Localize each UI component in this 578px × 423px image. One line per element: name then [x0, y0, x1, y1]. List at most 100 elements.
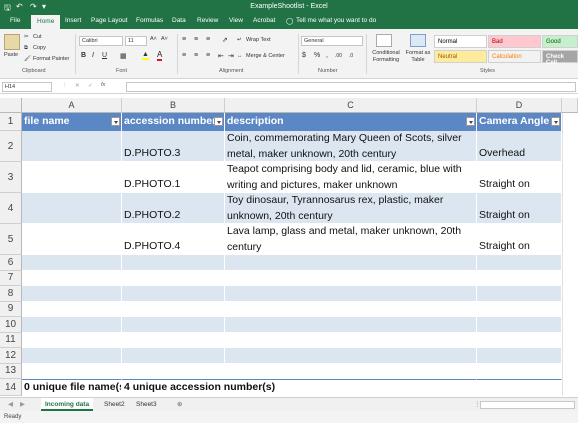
currency-icon[interactable]: $ [302, 52, 306, 59]
table-cell[interactable] [122, 270, 225, 286]
header-description[interactable]: description [225, 113, 477, 131]
table-cell[interactable] [22, 332, 122, 348]
increase-indent-icon[interactable]: ⇥ [228, 52, 234, 60]
filter-dropdown-icon[interactable] [214, 117, 223, 126]
copy-icon[interactable]: ⧉ [24, 45, 28, 52]
formula-input[interactable] [126, 82, 576, 92]
cell-description[interactable]: Teapot comprising body and lid, ceramic,… [225, 162, 477, 193]
tab-file[interactable]: File [10, 17, 20, 24]
orientation-icon[interactable]: ⇗ [222, 36, 228, 44]
row-header[interactable]: 9 [0, 301, 22, 317]
cell-accession-number[interactable]: D.PHOTO.3 [122, 131, 225, 162]
row-header[interactable]: 13 [0, 363, 22, 379]
table-cell[interactable] [22, 270, 122, 286]
conditional-formatting-icon[interactable] [376, 34, 392, 47]
wrap-text-button[interactable]: Wrap Text [246, 37, 271, 43]
header-file-name[interactable]: file name [22, 113, 122, 131]
tab-review[interactable]: Review [197, 17, 218, 24]
tab-insert[interactable]: Insert [65, 17, 81, 24]
table-cell[interactable] [225, 270, 477, 286]
increase-decimal-icon[interactable]: .00 [335, 53, 342, 59]
bold-button[interactable]: B [81, 52, 86, 59]
cell-camera-angle[interactable]: Overhead [477, 131, 562, 162]
table-cell[interactable] [477, 379, 562, 396]
header-accession-number[interactable]: accession number [122, 113, 225, 131]
cell-file-name[interactable] [22, 162, 122, 193]
cell-file-name[interactable] [22, 193, 122, 224]
column-header-a[interactable]: A [22, 98, 122, 113]
table-cell[interactable] [22, 363, 122, 379]
table-cell[interactable] [477, 348, 562, 364]
table-cell[interactable] [122, 348, 225, 364]
underline-button[interactable]: U [102, 52, 107, 59]
table-cell[interactable] [122, 255, 225, 271]
tab-page-layout[interactable]: Page Layout [91, 17, 128, 24]
table-cell[interactable] [225, 301, 477, 317]
wrap-text-icon[interactable]: ↵ [237, 37, 242, 43]
row-header[interactable]: 1 [0, 113, 22, 131]
more-options-icon[interactable]: ⋮ [62, 83, 68, 89]
row-header[interactable]: 7 [0, 270, 22, 286]
name-box[interactable]: H14 [2, 82, 52, 92]
align-middle-icon[interactable]: ≡ [194, 36, 198, 43]
filter-dropdown-icon[interactable] [466, 117, 475, 126]
format-painter-icon[interactable]: 🖌 [24, 56, 31, 62]
table-cell[interactable] [477, 363, 562, 379]
cell-accession-number[interactable]: D.PHOTO.4 [122, 224, 225, 255]
table-cell[interactable] [477, 317, 562, 333]
cell-camera-angle[interactable]: Straight on [477, 193, 562, 224]
sheet-tab-sheet3[interactable]: Sheet3 [132, 398, 161, 411]
cell-accession-number[interactable]: D.PHOTO.1 [122, 162, 225, 193]
filter-dropdown-icon[interactable] [551, 117, 560, 126]
shrink-font-icon[interactable]: A˅ [161, 36, 168, 42]
table-cell[interactable] [122, 317, 225, 333]
align-right-icon[interactable]: ≡ [206, 52, 210, 59]
row-header[interactable]: 3 [0, 162, 22, 193]
row-header[interactable]: 11 [0, 332, 22, 348]
cell-file-name[interactable] [22, 131, 122, 162]
format-painter-button[interactable]: Format Painter [33, 56, 69, 62]
tab-view[interactable]: View [229, 17, 243, 24]
row-header[interactable]: 12 [0, 348, 22, 364]
cell-camera-angle[interactable]: Straight on [477, 162, 562, 193]
insert-function-icon[interactable]: fx [101, 82, 105, 88]
table-cell[interactable] [22, 255, 122, 271]
table-cell[interactable] [122, 301, 225, 317]
paste-button[interactable]: Paste [4, 52, 18, 58]
grow-font-icon[interactable]: A˄ [150, 36, 157, 42]
cut-icon[interactable]: ✂ [24, 34, 29, 40]
table-cell[interactable] [225, 332, 477, 348]
table-cell[interactable] [122, 286, 225, 302]
table-cell[interactable] [477, 270, 562, 286]
tab-acrobat[interactable]: Acrobat [253, 17, 275, 24]
table-cell[interactable] [122, 363, 225, 379]
font-name-select[interactable]: Calibri [79, 36, 123, 46]
cell-style-bad[interactable]: Bad [488, 35, 541, 48]
cell-description[interactable]: Coin, commemorating Mary Queen of Scots,… [225, 131, 477, 162]
table-cell[interactable] [22, 317, 122, 333]
table-cell[interactable] [225, 255, 477, 271]
cell-style-good[interactable]: Good [542, 35, 578, 48]
cell-style-neutral[interactable]: Neutral [434, 50, 487, 63]
paste-icon[interactable] [4, 34, 20, 50]
row-header[interactable]: 8 [0, 286, 22, 302]
table-cell[interactable] [477, 301, 562, 317]
column-e-cells[interactable] [562, 113, 578, 396]
row-header[interactable]: 2 [0, 131, 22, 162]
table-cell[interactable] [225, 348, 477, 364]
table-cell[interactable] [22, 286, 122, 302]
tell-me-box[interactable]: Tell me what you want to do [296, 17, 376, 24]
copy-button[interactable]: Copy [33, 45, 46, 51]
table-cell[interactable] [477, 332, 562, 348]
align-top-icon[interactable]: ≡ [182, 36, 186, 43]
percent-icon[interactable]: % [314, 52, 320, 59]
cut-button[interactable]: Cut [33, 34, 42, 40]
table-cell[interactable] [477, 286, 562, 302]
summary-file-name-count[interactable]: 0 unique file name(s [22, 379, 122, 396]
row-header[interactable]: 14 [0, 379, 22, 396]
conditional-formatting-button[interactable]: Conditional Formatting [368, 50, 404, 64]
column-header-d[interactable]: D [477, 98, 562, 113]
table-cell[interactable] [22, 348, 122, 364]
tab-home[interactable]: Home [31, 15, 61, 29]
header-camera-angle[interactable]: Camera Angle [477, 113, 562, 131]
